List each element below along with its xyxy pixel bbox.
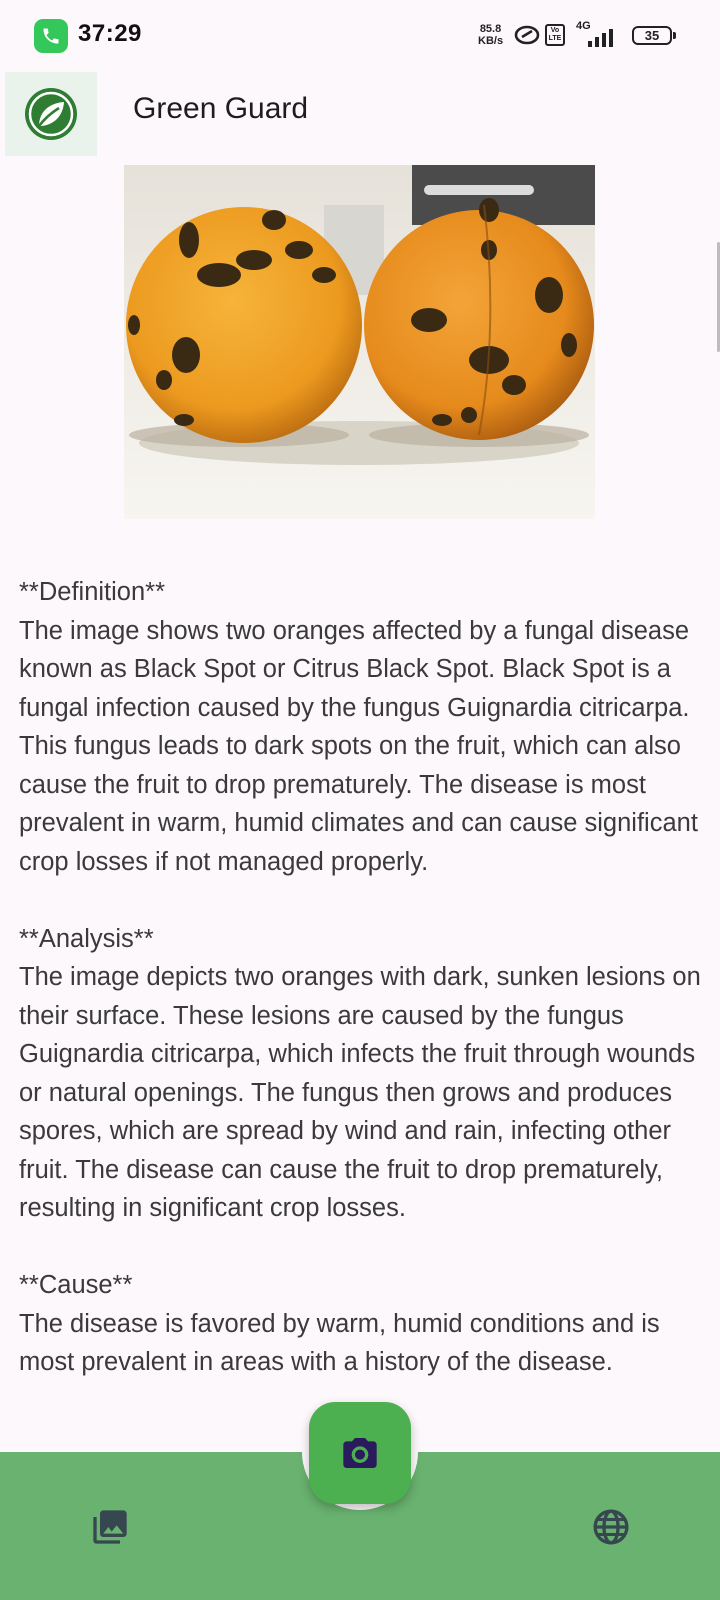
- language-button[interactable]: [589, 1505, 633, 1549]
- cause-paragraph: The disease is favored by warm, humid co…: [19, 1309, 660, 1377]
- diagnosis-text: **Definition** The image shows two orang…: [19, 573, 709, 1453]
- definition-heading: **Definition**: [19, 578, 166, 606]
- battery-indicator: 35: [632, 26, 672, 45]
- gallery-icon: [93, 1510, 127, 1544]
- disease-photo: [124, 165, 595, 519]
- volte-icon: Vo LTE: [545, 24, 565, 46]
- leaf-logo-icon: [25, 88, 77, 140]
- app-logo: [5, 72, 97, 156]
- signal-strength-icon: [580, 26, 622, 53]
- gallery-button[interactable]: [88, 1505, 132, 1549]
- status-bar: 37:29 85.8 KB/s Vo LTE 4G 35: [0, 0, 720, 72]
- definition-paragraph: The image shows two oranges affected by …: [19, 616, 698, 876]
- camera-button[interactable]: [309, 1402, 411, 1504]
- phone-call-icon[interactable]: [34, 19, 68, 53]
- cause-heading: **Cause**: [19, 1271, 133, 1299]
- analysis-heading: **Analysis**: [19, 924, 154, 953]
- network-speed: 85.8 KB/s: [478, 23, 504, 47]
- globe-icon: [593, 1509, 629, 1545]
- hotspot-link-icon: [513, 22, 541, 53]
- battery-tip: [673, 32, 676, 39]
- camera-icon: [343, 1438, 377, 1468]
- status-clock: 37:29: [78, 20, 142, 47]
- analysis-paragraph: The image depicts two oranges with dark,…: [19, 963, 701, 1222]
- app-title: Green Guard: [133, 92, 309, 125]
